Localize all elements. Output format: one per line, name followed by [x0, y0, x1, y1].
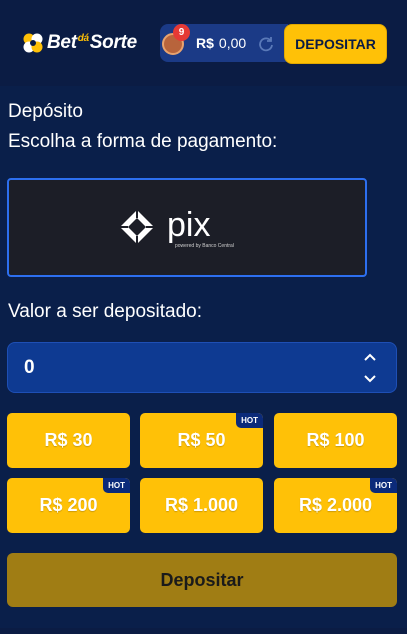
- payment-method-label: Escolha a forma de pagamento:: [8, 131, 278, 152]
- quick-amount-1000[interactable]: R$ 1.000: [140, 478, 263, 533]
- hot-badge: HOT: [103, 478, 130, 493]
- amount-value: 0: [24, 356, 35, 378]
- brand-logo[interactable]: Bet dá Sorte: [22, 30, 137, 56]
- pix-payment-option[interactable]: pix powered by Banco Central: [7, 178, 367, 277]
- amount-label: Valor a ser depositado:: [8, 301, 202, 322]
- bottom-bar: [0, 628, 407, 634]
- clover-logo-icon: [23, 33, 43, 53]
- quick-amount-100[interactable]: R$ 100: [274, 413, 397, 468]
- header-deposit-button[interactable]: DEPOSITAR: [284, 24, 387, 64]
- quick-amount-50[interactable]: R$ 50 HOT: [140, 413, 263, 468]
- svg-text:powered by Banco Central: powered by Banco Central: [175, 243, 234, 249]
- hot-badge: HOT: [236, 413, 263, 428]
- hot-badge: HOT: [370, 478, 397, 493]
- balance-display: R$ 0,00: [196, 35, 246, 51]
- balance-panel[interactable]: 9 R$ 0,00: [160, 24, 288, 62]
- balance-amount: 0,00: [218, 35, 247, 51]
- refresh-icon[interactable]: [258, 36, 274, 52]
- notification-badge: 9: [173, 24, 190, 41]
- page-title: Depósito: [8, 101, 83, 122]
- currency-symbol: R$: [196, 35, 214, 51]
- top-bar: Bet dá Sorte 9 R$ 0,00 DEPOSITAR: [0, 0, 407, 86]
- pix-logo-icon: pix powered by Banco Central: [119, 206, 234, 249]
- quick-amount-2000[interactable]: R$ 2.000 HOT: [274, 478, 397, 533]
- quick-amount-200[interactable]: R$ 200 HOT: [7, 478, 130, 533]
- submit-deposit-button[interactable]: Depositar: [7, 553, 397, 607]
- amount-input[interactable]: 0: [7, 342, 397, 393]
- brand-name: Bet dá Sorte: [47, 32, 137, 53]
- stepper-icon[interactable]: [362, 350, 378, 386]
- quick-amount-30[interactable]: R$ 30: [7, 413, 130, 468]
- svg-text:pix: pix: [167, 206, 210, 244]
